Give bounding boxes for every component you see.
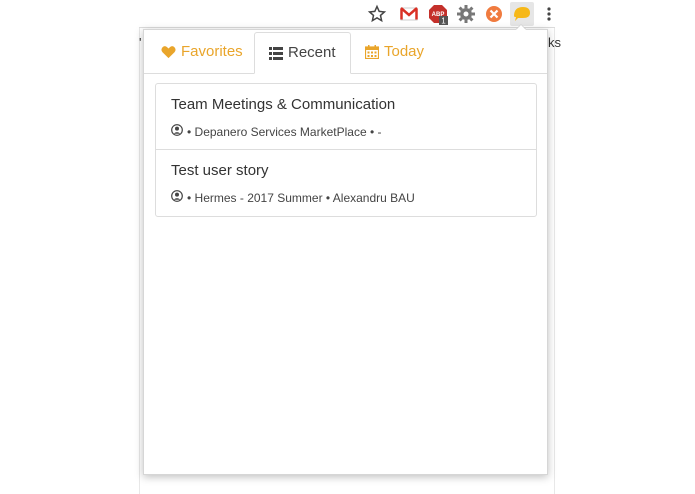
page-text-fragment-left: ' bbox=[139, 35, 142, 50]
heart-icon bbox=[161, 45, 176, 59]
calendar-icon bbox=[365, 45, 379, 59]
page-edge-right bbox=[554, 28, 555, 494]
gear-extension-icon[interactable] bbox=[456, 4, 476, 24]
list-icon bbox=[269, 46, 283, 60]
browser-toolbar: ABP 1 bbox=[0, 0, 695, 28]
popup-arrow-inner bbox=[515, 25, 527, 31]
list-item[interactable]: Team Meetings & Communication • Depanero… bbox=[156, 84, 536, 150]
tab-today-label: Today bbox=[384, 43, 425, 60]
page-text-fragment-right: ks bbox=[548, 35, 561, 50]
item-meta-text: • Depanero Services MarketPlace • - bbox=[187, 124, 382, 139]
user-circle-icon bbox=[171, 190, 183, 205]
browser-menu-icon[interactable] bbox=[541, 4, 557, 24]
tab-favorites-label: Favorites bbox=[181, 43, 243, 60]
list-item[interactable]: Test user story • Hermes - 2017 Summer •… bbox=[156, 150, 536, 216]
bookmark-star-icon[interactable] bbox=[367, 4, 387, 24]
extension-popup: Favorites Recent Today Team Meetings & C… bbox=[143, 29, 548, 475]
recent-list: Team Meetings & Communication • Depanero… bbox=[155, 83, 537, 217]
gmail-extension-icon[interactable] bbox=[399, 4, 419, 24]
svg-text:1: 1 bbox=[441, 17, 446, 26]
item-meta-text: • Hermes - 2017 Summer • Alexandru BAU bbox=[187, 190, 415, 205]
toolbar-divider bbox=[139, 27, 555, 28]
tab-today[interactable]: Today bbox=[351, 32, 438, 72]
tab-favorites[interactable]: Favorites bbox=[147, 32, 257, 72]
item-meta: • Hermes - 2017 Summer • Alexandru BAU bbox=[171, 190, 415, 205]
tab-bar: Favorites Recent Today bbox=[144, 32, 547, 74]
tab-recent-label: Recent bbox=[288, 44, 336, 61]
orange-extension-icon[interactable] bbox=[484, 4, 504, 24]
item-title: Team Meetings & Communication bbox=[171, 96, 396, 113]
chat-extension-icon[interactable] bbox=[510, 2, 534, 26]
adblock-extension-icon[interactable]: ABP 1 bbox=[428, 4, 448, 26]
item-meta: • Depanero Services MarketPlace • - bbox=[171, 124, 381, 139]
page-edge-left bbox=[139, 28, 140, 494]
item-title: Test user story bbox=[171, 162, 269, 179]
user-circle-icon bbox=[171, 124, 183, 139]
tab-recent[interactable]: Recent bbox=[254, 32, 351, 74]
